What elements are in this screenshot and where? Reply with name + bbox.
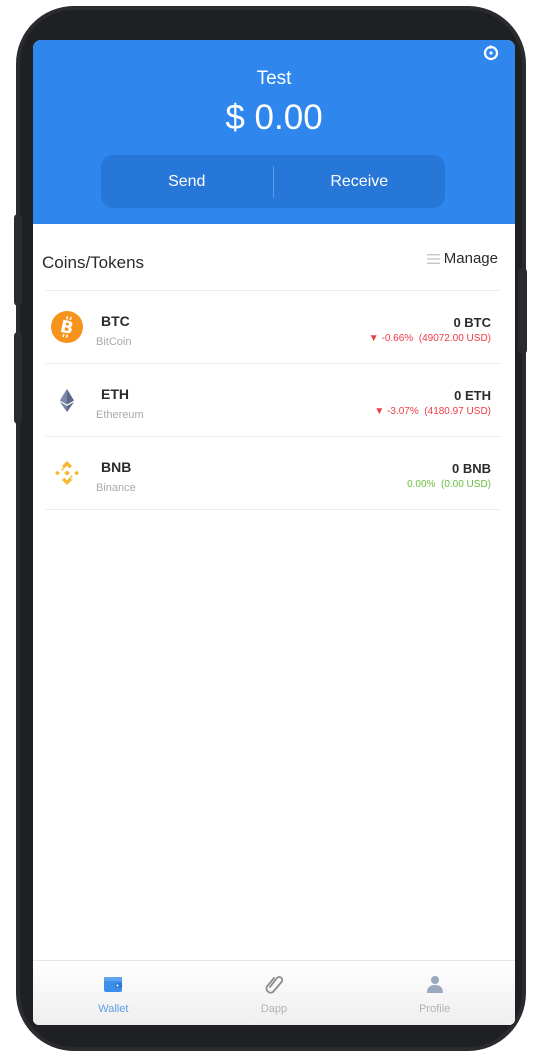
change-percent: -0.66%	[381, 333, 414, 344]
nav-label-profile: Profile	[419, 1003, 451, 1015]
power-button	[518, 268, 527, 354]
change-percent: 0.00%	[407, 479, 436, 490]
caret-down-icon: ▼	[368, 333, 379, 344]
wallet-header: Test $ 0.00 Send Receive	[33, 40, 515, 224]
coins-list-header: Coins/Tokens Manage	[33, 224, 515, 290]
menu-icon	[426, 253, 440, 264]
change-percent: -3.07%	[387, 406, 419, 417]
coin-amount: 0 BTC	[453, 315, 491, 330]
nav-item-wallet[interactable]: Wallet	[33, 961, 194, 1025]
coin-name: Binance	[96, 482, 136, 494]
coin-change: ▼ -0.66% (49072.00 USD)	[369, 333, 491, 344]
coin-amount: 0 ETH	[454, 388, 491, 403]
coin-change: ▼ -3.07% (4180.97 USD)	[374, 406, 491, 417]
manage-label: Manage	[443, 250, 498, 267]
coin-symbol: BTC	[101, 313, 130, 329]
action-bar: Send Receive	[101, 155, 445, 208]
coin-row-btc[interactable]: B BTC BitCoin 0 BTC ▼ -0.66% (49072.00 U…	[45, 290, 501, 363]
binance-icon	[55, 461, 79, 485]
app-screen: Test $ 0.00 Send Receive Coins/Tokens Ma…	[33, 40, 515, 1025]
coin-symbol: ETH	[101, 386, 129, 402]
send-button[interactable]: Send	[101, 155, 273, 208]
nav-item-profile[interactable]: Profile	[354, 961, 515, 1025]
nav-label-dapp: Dapp	[260, 1003, 288, 1015]
coin-list: B BTC BitCoin 0 BTC ▼ -0.66% (49072.00 U…	[45, 290, 501, 510]
coin-symbol: BNB	[101, 459, 132, 475]
paperclip-icon	[265, 976, 284, 994]
refresh-icon[interactable]	[481, 42, 501, 62]
list-divider	[45, 509, 501, 510]
nav-label-wallet: Wallet	[98, 1003, 129, 1015]
volume-down-button	[14, 332, 22, 424]
wallet-icon	[104, 977, 123, 992]
fiat-value: (0.00 USD)	[440, 479, 491, 490]
ethereum-icon	[60, 389, 74, 412]
manage-button[interactable]: Manage	[426, 250, 498, 267]
fiat-value: (4180.97 USD)	[424, 406, 491, 417]
volume-up-button	[14, 214, 22, 306]
total-balance: $ 0.00	[225, 98, 323, 137]
coin-amount: 0 BNB	[451, 461, 491, 476]
coin-change: 0.00% (0.00 USD)	[407, 479, 491, 490]
coin-name: Ethereum	[96, 409, 144, 421]
bitcoin-icon: B	[51, 311, 83, 343]
coin-name: BitCoin	[96, 336, 132, 348]
list-title: Coins/Tokens	[42, 253, 145, 272]
fiat-value: (49072.00 USD)	[418, 333, 491, 344]
coin-row-bnb[interactable]: BNB Binance 0 BNB 0.00% (0.00 USD)	[45, 436, 501, 509]
wallet-name: Test	[256, 68, 292, 89]
coin-row-eth[interactable]: ETH Ethereum 0 ETH ▼ -3.07% (4180.97 USD…	[45, 363, 501, 436]
profile-icon	[426, 976, 443, 993]
caret-down-icon: ▼	[374, 406, 385, 417]
nav-item-dapp[interactable]: Dapp	[194, 961, 355, 1025]
receive-button[interactable]: Receive	[274, 155, 446, 208]
bottom-nav: Wallet Dapp Profile	[33, 960, 515, 1025]
